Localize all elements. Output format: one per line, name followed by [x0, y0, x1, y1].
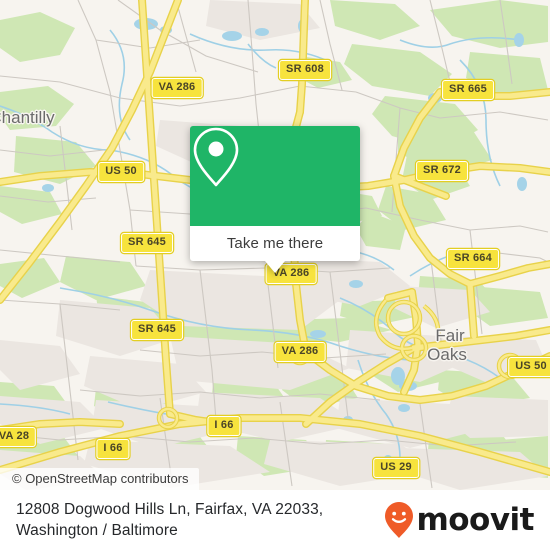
- route-shield[interactable]: SR 672: [416, 161, 468, 181]
- map-canvas[interactable]: SR 608 SR 665 VA 286 SR 672 US 50 SR 645…: [0, 0, 550, 490]
- place-label-oaks: Oaks: [427, 345, 467, 364]
- route-shield[interactable]: SR 645: [121, 233, 173, 253]
- footer-bar: 12808 Dogwood Hills Ln, Fairfax, VA 2203…: [0, 490, 550, 550]
- moovit-logo[interactable]: moovit: [384, 501, 550, 539]
- route-shield[interactable]: US 29: [373, 458, 419, 478]
- route-shield[interactable]: US 50: [98, 162, 144, 182]
- route-shield[interactable]: VA 286: [151, 78, 203, 98]
- callout-action[interactable]: Take me there: [190, 226, 360, 261]
- route-shield[interactable]: SR 608: [279, 60, 331, 80]
- callout-header: [190, 126, 360, 226]
- route-shield[interactable]: I 66: [96, 439, 130, 459]
- route-shield[interactable]: SR 645: [131, 320, 183, 340]
- place-label-fair: Fair: [435, 326, 465, 345]
- route-shield[interactable]: SR 664: [447, 249, 499, 269]
- address-line-1: 12808 Dogwood Hills Ln, Fairfax, VA 2203…: [16, 501, 324, 518]
- map-attribution[interactable]: © OpenStreetMap contributors: [0, 468, 199, 490]
- destination-callout[interactable]: Take me there: [190, 126, 360, 273]
- route-shield[interactable]: SR 665: [442, 80, 494, 100]
- route-shield[interactable]: I 66: [207, 416, 241, 436]
- address-line-2: Washington / Baltimore: [16, 522, 178, 539]
- route-shield[interactable]: VA 28: [0, 427, 37, 447]
- moovit-pin-icon: [384, 501, 414, 539]
- address-block: 12808 Dogwood Hills Ln, Fairfax, VA 2203…: [0, 499, 384, 541]
- moovit-wordmark: moovit: [416, 501, 534, 538]
- take-me-there-label: Take me there: [226, 235, 324, 252]
- route-shield[interactable]: US 50: [508, 357, 550, 377]
- callout-tail-pointer: [265, 261, 285, 273]
- route-shield[interactable]: VA 286: [274, 342, 326, 362]
- map-screen: SR 608 SR 665 VA 286 SR 672 US 50 SR 645…: [0, 0, 550, 550]
- place-label-chantilly: Chantilly: [0, 108, 55, 127]
